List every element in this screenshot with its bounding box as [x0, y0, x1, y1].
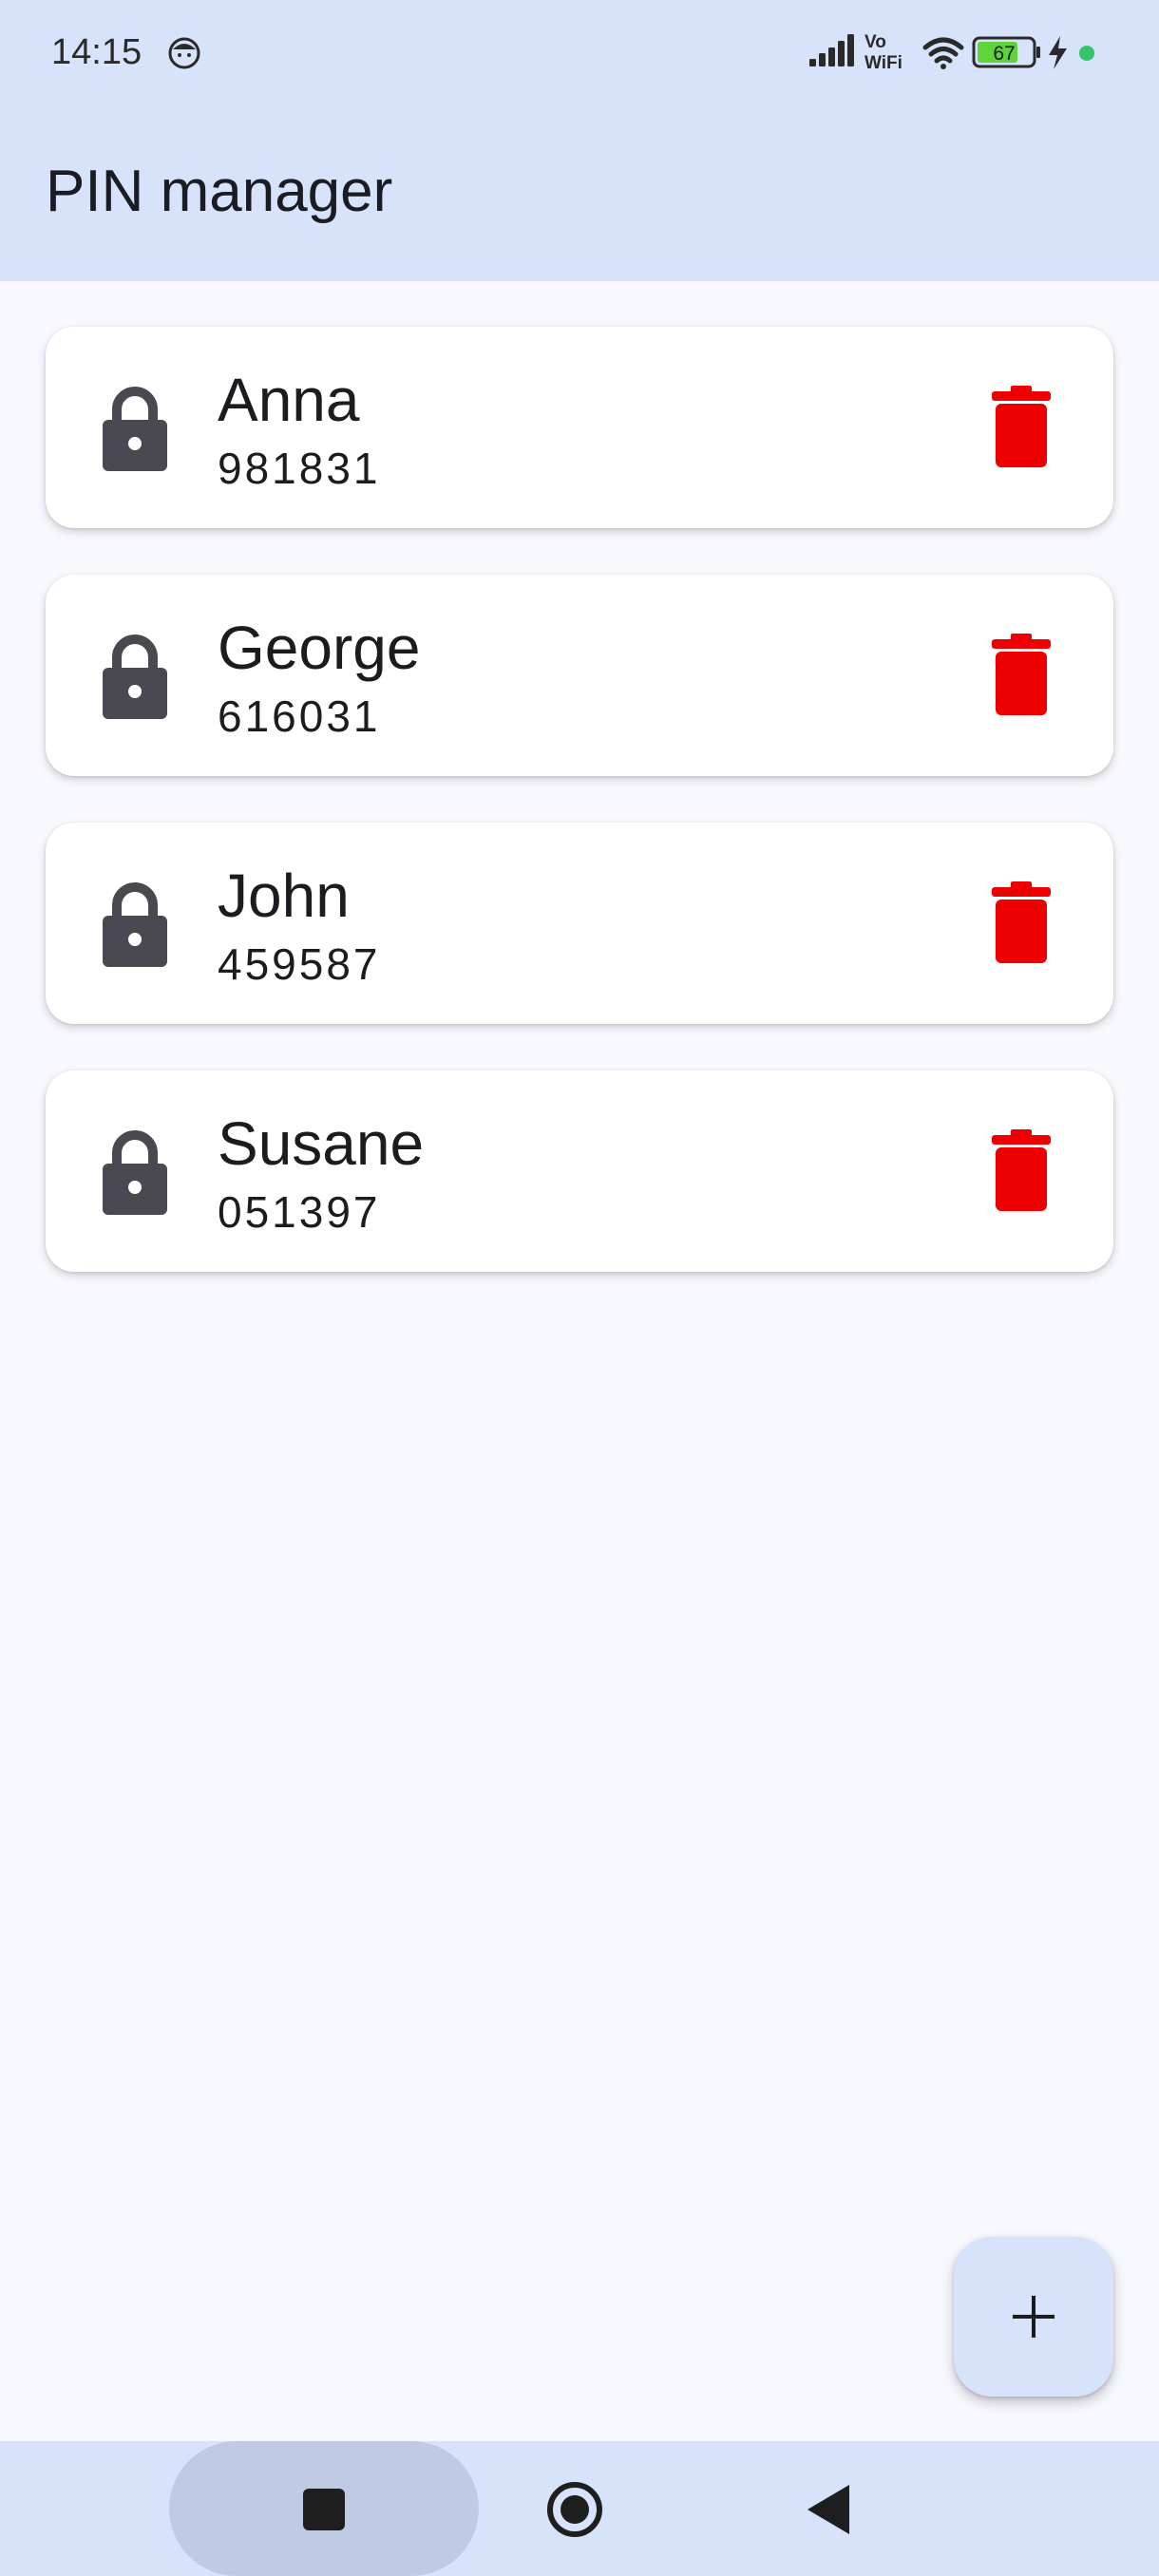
plus-icon — [1013, 2296, 1054, 2338]
pin-code: 981831 — [218, 444, 381, 493]
dot-icon — [1079, 46, 1094, 61]
trash-icon[interactable] — [992, 881, 1051, 963]
wifi-icon — [922, 37, 964, 69]
lock-icon — [103, 635, 167, 719]
battery-icon: 67 — [972, 36, 1040, 68]
trash-icon[interactable] — [992, 634, 1051, 715]
svg-text:Vo: Vo — [864, 32, 886, 52]
status-bar: 14:15 Vo WiFi 67 — [0, 0, 1159, 106]
vowifi-icon: Vo WiFi — [864, 32, 902, 73]
face-icon — [168, 37, 200, 69]
pin-card-anna[interactable]: Anna 981831 — [46, 327, 1113, 528]
pin-card-john[interactable]: John 459587 — [46, 823, 1113, 1024]
pin-list: Anna 981831 George 616031 John 459587 Su… — [46, 327, 1113, 1318]
square-icon — [303, 2489, 345, 2530]
page-title: PIN manager — [46, 159, 393, 224]
add-pin-button[interactable] — [954, 2237, 1113, 2396]
back-triangle-icon[interactable] — [808, 2485, 849, 2534]
pin-card-george[interactable]: George 616031 — [46, 575, 1113, 776]
pin-code: 051397 — [218, 1187, 381, 1237]
svg-text:WiFi: WiFi — [864, 53, 902, 73]
lock-icon — [103, 387, 167, 471]
home-circle-icon[interactable] — [546, 2481, 603, 2538]
pin-code: 459587 — [218, 939, 381, 989]
recents-button[interactable] — [169, 2441, 479, 2576]
trash-icon[interactable] — [992, 386, 1051, 467]
trash-icon[interactable] — [992, 1129, 1051, 1211]
battery-level: 67 — [993, 43, 1015, 65]
status-time: 14:15 — [51, 32, 142, 72]
system-nav-bar — [0, 2441, 1159, 2576]
pin-name: John — [218, 862, 350, 930]
app-bar: PIN manager — [0, 106, 1159, 281]
signal-icon — [809, 34, 854, 66]
lock-icon — [103, 882, 167, 967]
pin-name: George — [218, 614, 421, 682]
pin-card-susane[interactable]: Susane 051397 — [46, 1070, 1113, 1272]
pin-code: 616031 — [218, 691, 381, 741]
pin-name: Anna — [218, 366, 360, 434]
pin-name: Susane — [218, 1109, 425, 1178]
status-icons: Vo WiFi 67 — [809, 32, 1094, 73]
lock-icon — [103, 1130, 167, 1215]
charging-icon — [1049, 36, 1067, 69]
